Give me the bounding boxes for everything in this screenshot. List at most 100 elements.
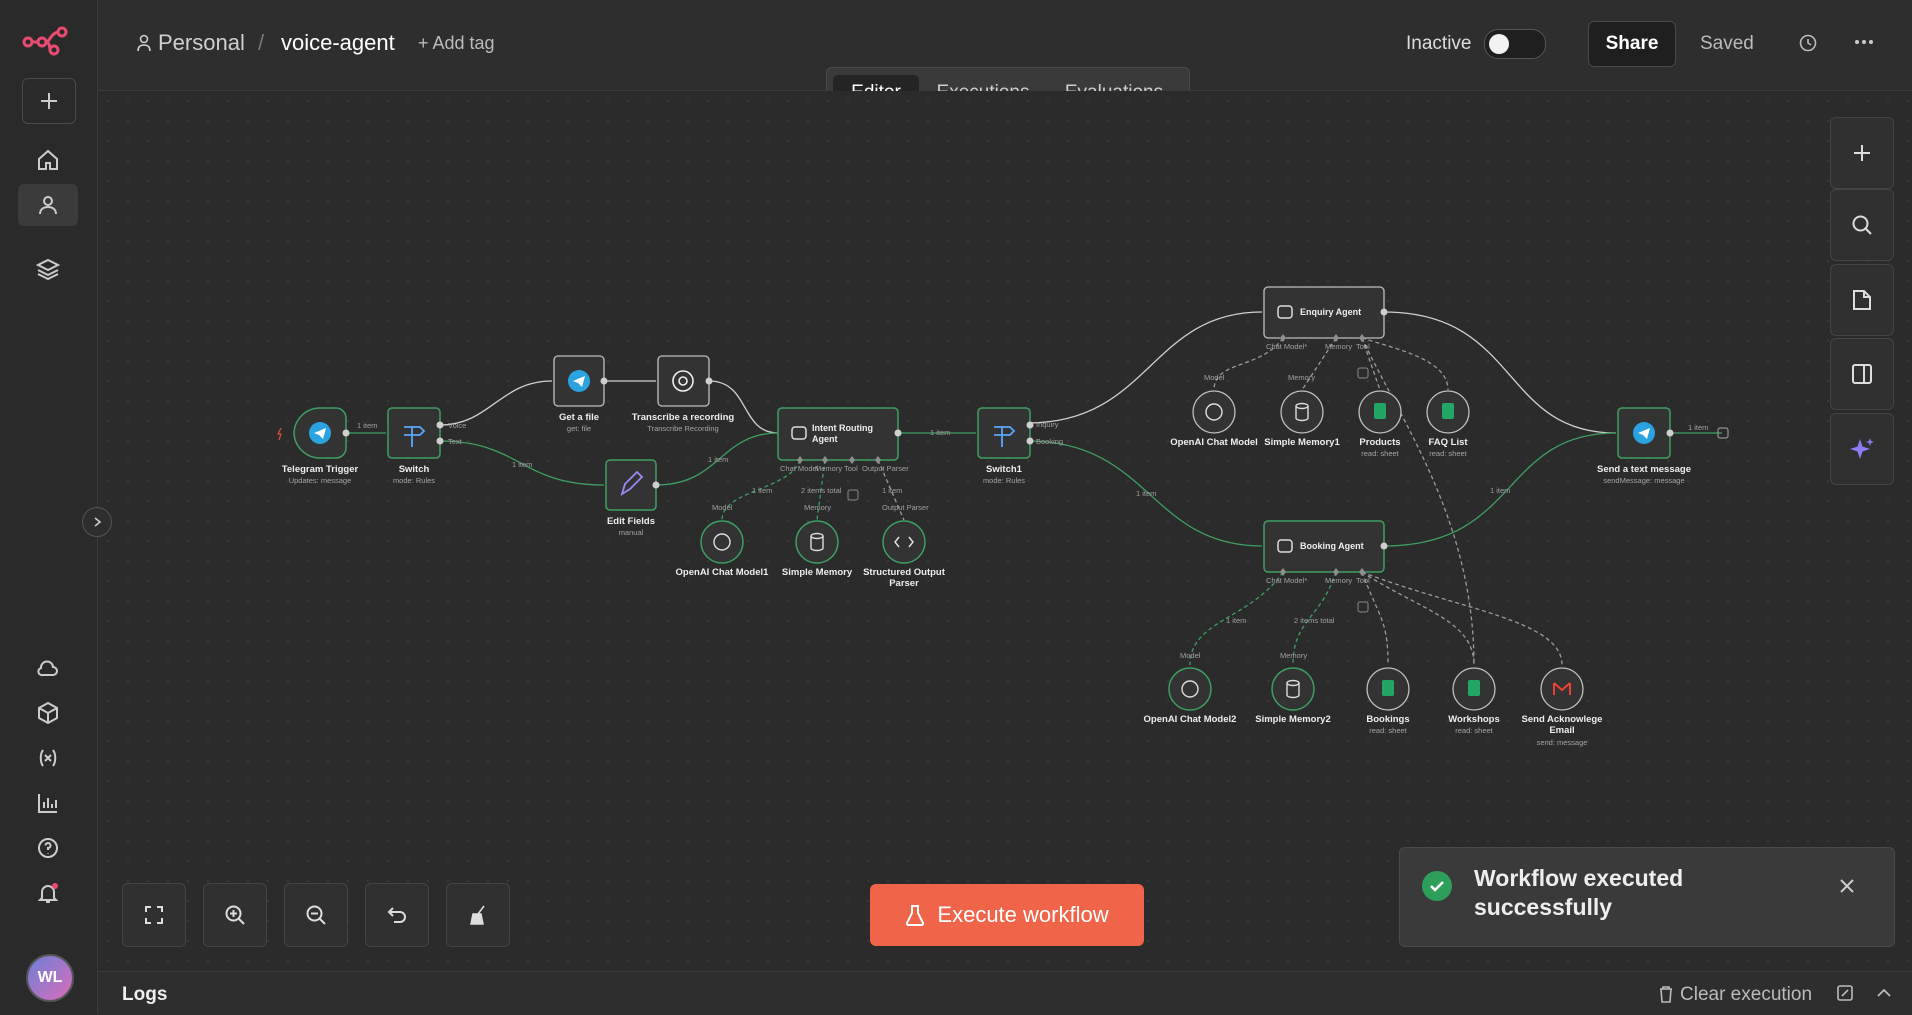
edge-label: Booking: [1036, 437, 1064, 446]
port-label: Tool: [1356, 576, 1370, 585]
edge-label: 1 item: [357, 421, 378, 430]
port-label: Model: [1180, 651, 1201, 660]
node-label: Transcribe a recording: [631, 412, 735, 423]
undo-icon: [387, 907, 406, 923]
port-label: Memory: [1325, 576, 1353, 585]
chevron-up-icon[interactable]: [1876, 988, 1892, 998]
node-subtitle: Updates: message: [288, 476, 352, 485]
node-label: Send Acknowlege Email: [1521, 714, 1603, 736]
node-faq[interactable]: [1426, 390, 1470, 434]
node-label: Send a text message: [1597, 464, 1691, 475]
node-label: FAQ List: [1428, 437, 1468, 448]
node-label: Switch: [398, 464, 430, 475]
node-label: Simple Memory2: [1255, 714, 1331, 725]
panel-icon: [1852, 364, 1872, 384]
node-label: Intent Routing Agent: [812, 423, 873, 444]
node-structured-parser[interactable]: [882, 520, 926, 564]
port-label: Memory: [1325, 342, 1353, 351]
sticky-note-button[interactable]: [1830, 264, 1894, 336]
node-workshops[interactable]: [1452, 667, 1496, 711]
fit-view-button[interactable]: [122, 883, 186, 947]
node-edit-fields[interactable]: [605, 459, 660, 511]
node-label: Simple Memory1: [1264, 437, 1340, 448]
port-label: Memory: [1280, 651, 1308, 660]
node-openai[interactable]: [1192, 390, 1236, 434]
node-label: Workshops: [1448, 714, 1500, 725]
zoom-out-icon: [306, 905, 326, 925]
sheets-icon: [1468, 680, 1480, 696]
plus-icon: [1854, 145, 1870, 161]
clear-execution-button[interactable]: Clear execution: [1680, 984, 1812, 1006]
edge-label: 1 item: [930, 428, 951, 437]
edge-label: 1 item: [512, 460, 533, 469]
port-label: Chat Model*: [1266, 342, 1308, 351]
port-label: Memory: [815, 464, 843, 473]
close-icon[interactable]: [1839, 878, 1855, 894]
note-icon: [1853, 290, 1871, 310]
node-get-file[interactable]: [553, 355, 608, 407]
search-icon: [1852, 215, 1872, 235]
port-label: Memory: [804, 503, 832, 512]
node-subtitle: mode: Rules: [982, 476, 1026, 485]
search-nodes-button[interactable]: [1830, 189, 1894, 261]
node-simple-memory1[interactable]: [1280, 390, 1324, 434]
node-label: Switch1: [986, 464, 1022, 475]
edge-label: 1 item: [882, 486, 903, 495]
node-simple-memory2[interactable]: [1271, 667, 1315, 711]
node-telegram-trigger[interactable]: [277, 407, 350, 459]
popout-icon[interactable]: [1836, 984, 1854, 1002]
execute-workflow-button[interactable]: Execute workflow: [870, 884, 1144, 946]
node-label: Booking Agent: [1300, 541, 1364, 551]
zoom-out-button[interactable]: [284, 883, 348, 947]
node-switch[interactable]: [387, 407, 444, 459]
node-switch1[interactable]: [977, 407, 1034, 459]
edge-label: Text: [448, 437, 462, 446]
tidy-up-button[interactable]: [446, 883, 510, 947]
node-label: Bookings: [1366, 714, 1410, 725]
port-label: Tool: [844, 464, 858, 473]
ai-assistant-button[interactable]: [1830, 413, 1894, 485]
edge-label: 1 item: [1688, 423, 1709, 432]
node-subtitle: mode: Rules: [392, 476, 436, 485]
node-subtitle: read: sheet: [1429, 449, 1467, 458]
node-products[interactable]: [1358, 390, 1402, 434]
sheets-icon: [1382, 680, 1394, 696]
trash-icon: [1660, 986, 1672, 1003]
success-toast: Workflow executed successfully: [1399, 847, 1895, 947]
edge-label: 1 item: [1136, 489, 1157, 498]
node-label: Structured Output Parser: [863, 567, 945, 589]
edge-label: 2 items total: [1294, 616, 1335, 625]
node-subtitle: sendMessage: message: [1603, 476, 1685, 485]
execute-workflow-label: Execute workflow: [937, 902, 1109, 927]
edge-label: Inquiry: [1036, 420, 1059, 429]
node-openai2[interactable]: [1168, 667, 1212, 711]
zoom-in-icon: [225, 905, 245, 925]
node-label: OpenAI Chat Model1: [675, 567, 769, 578]
node-subtitle: send: message: [1536, 738, 1588, 747]
add-node-button[interactable]: [1830, 117, 1894, 189]
node-subtitle: read: sheet: [1455, 726, 1493, 735]
node-send-text[interactable]: [1617, 407, 1729, 459]
node-label: Simple Memory: [781, 567, 853, 578]
undo-button[interactable]: [365, 883, 429, 947]
toggle-panel-button[interactable]: [1830, 338, 1894, 410]
fullscreen-icon: [145, 906, 163, 924]
zoom-in-button[interactable]: [203, 883, 267, 947]
node-label: OpenAI Chat Model2: [1143, 714, 1237, 725]
logs-bar[interactable]: Logs Clear execution: [98, 971, 1912, 1015]
node-subtitle: Transcribe Recording: [647, 424, 719, 433]
sheets-icon: [1442, 403, 1454, 419]
toast-message: Workflow executed successfully: [1474, 865, 1684, 920]
node-bookings[interactable]: [1366, 667, 1410, 711]
node-send-email[interactable]: [1540, 667, 1584, 711]
port-label: Memory: [1288, 373, 1316, 382]
node-openai1[interactable]: [700, 520, 744, 564]
node-transcribe[interactable]: [657, 355, 713, 407]
port-label: Output Parser: [882, 503, 929, 512]
node-simple-memory[interactable]: [795, 520, 839, 564]
edge-label: 1 item: [1226, 616, 1247, 625]
broom-icon: [470, 905, 485, 925]
logs-title: Logs: [122, 984, 168, 1005]
port-label: Output Parser: [862, 464, 909, 473]
node-subtitle: read: sheet: [1369, 726, 1407, 735]
